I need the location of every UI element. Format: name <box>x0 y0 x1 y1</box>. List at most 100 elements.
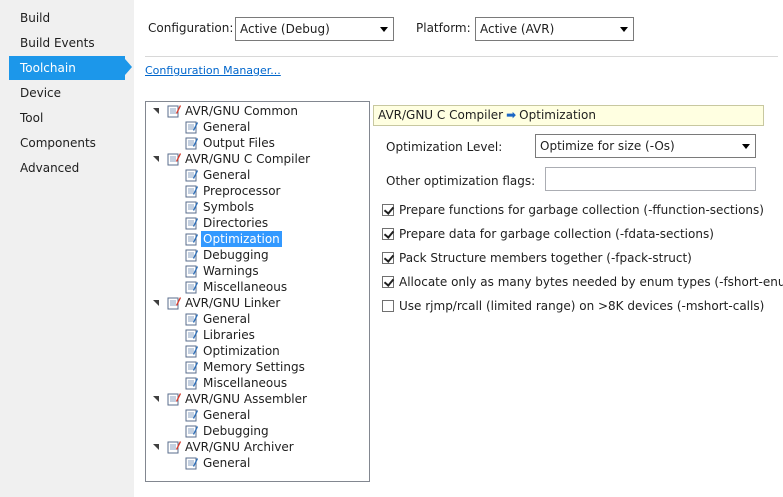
options-page-icon <box>185 424 199 438</box>
options-group-icon <box>167 104 181 118</box>
options-page-icon <box>185 200 199 214</box>
tree-item-label: Debugging <box>203 248 269 262</box>
tree-item-symbols[interactable]: Symbols <box>185 199 365 215</box>
tree-group-avr-gnu-assembler[interactable]: AVR/GNU Assembler <box>153 391 363 407</box>
tree-item-general[interactable]: General <box>185 455 365 471</box>
checkbox[interactable] <box>382 204 394 216</box>
options-page-icon <box>185 136 199 150</box>
platform-dropdown[interactable]: Active (AVR) <box>475 17 634 41</box>
expand-triangle-icon[interactable] <box>153 444 159 450</box>
checkbox-label: Prepare data for garbage collection (-fd… <box>399 227 714 241</box>
tree-group-avr-gnu-c-compiler[interactable]: AVR/GNU C Compiler <box>153 151 363 167</box>
tree-item-general[interactable]: General <box>185 311 365 327</box>
sidebar-item-build-events[interactable]: Build Events <box>9 31 125 55</box>
tree-item-label: Warnings <box>203 264 259 278</box>
options-page-icon <box>185 184 199 198</box>
options-page-icon <box>185 280 199 294</box>
checkbox-row[interactable]: Allocate only as many bytes needed by en… <box>382 274 783 290</box>
active-tab-pointer <box>125 59 132 75</box>
options-page-icon <box>185 248 199 262</box>
options-page-icon <box>185 456 199 470</box>
sidebar-item-components[interactable]: Components <box>9 131 125 155</box>
tree-group-label: AVR/GNU C Compiler <box>185 152 311 166</box>
tree-item-general[interactable]: General <box>185 167 365 183</box>
options-group-icon <box>167 440 181 454</box>
tree-item-output-files[interactable]: Output Files <box>185 135 365 151</box>
tree-item-label: General <box>203 456 251 470</box>
tree-item-label: Output Files <box>203 136 275 150</box>
tree-item-label: General <box>203 120 251 134</box>
options-page-icon <box>185 360 199 374</box>
tree-item-memory-settings[interactable]: Memory Settings <box>185 359 365 375</box>
configuration-manager-link[interactable]: Configuration Manager... <box>145 64 281 77</box>
tree-item-libraries[interactable]: Libraries <box>185 327 365 343</box>
sidebar-item-advanced[interactable]: Advanced <box>9 156 125 180</box>
options-page-icon <box>185 344 199 358</box>
configuration-dropdown[interactable]: Active (Debug) <box>235 17 394 41</box>
expand-triangle-icon[interactable] <box>153 108 159 114</box>
tree-item-label: Debugging <box>203 424 269 438</box>
options-page-icon <box>185 216 199 230</box>
chevron-down-icon <box>620 27 628 32</box>
options-group-icon <box>167 296 181 310</box>
tree-item-label: Optimization <box>201 231 282 247</box>
tree-item-miscellaneous[interactable]: Miscellaneous <box>185 375 365 391</box>
checkbox-label: Prepare functions for garbage collection… <box>399 203 764 217</box>
options-page-icon <box>185 232 199 246</box>
expand-triangle-icon[interactable] <box>153 300 159 306</box>
platform-value: Active (AVR) <box>480 22 555 36</box>
breadcrumb: AVR/GNU C Compiler ➡ Optimization <box>373 105 764 126</box>
sidebar-item-build[interactable]: Build <box>9 6 125 30</box>
tree-item-debugging[interactable]: Debugging <box>185 247 365 263</box>
options-page-icon <box>185 120 199 134</box>
checkbox[interactable] <box>382 300 394 312</box>
tree-item-label: Miscellaneous <box>203 280 288 294</box>
tree-item-label: Memory Settings <box>203 360 305 374</box>
chevron-down-icon <box>380 27 388 32</box>
checkbox-row[interactable]: Prepare data for garbage collection (-fd… <box>382 226 772 242</box>
sidebar-item-device[interactable]: Device <box>9 81 125 105</box>
tree-item-optimization[interactable]: Optimization <box>185 231 365 247</box>
tree-item-warnings[interactable]: Warnings <box>185 263 365 279</box>
options-page-icon <box>185 312 199 326</box>
checkbox-row[interactable]: Prepare functions for garbage collection… <box>382 202 772 218</box>
tree-item-miscellaneous[interactable]: Miscellaneous <box>185 279 365 295</box>
sidebar-item-toolchain[interactable]: Toolchain <box>9 56 125 80</box>
checkbox[interactable] <box>382 228 394 240</box>
options-group-icon <box>167 152 181 166</box>
sidebar: Build Build Events Toolchain Device Tool… <box>0 0 134 497</box>
checkbox-row[interactable]: Use rjmp/rcall (limited range) on >8K de… <box>382 298 772 314</box>
other-flags-input[interactable] <box>545 167 756 191</box>
tree-group-avr-gnu-common[interactable]: AVR/GNU Common <box>153 103 363 119</box>
tree-item-optimization[interactable]: Optimization <box>185 343 365 359</box>
tree-group-avr-gnu-linker[interactable]: AVR/GNU Linker <box>153 295 363 311</box>
options-page-icon <box>185 408 199 422</box>
sidebar-item-tool[interactable]: Tool <box>9 106 125 130</box>
optimization-level-dropdown[interactable]: Optimize for size (-Os) <box>535 134 756 158</box>
platform-label: Platform: <box>416 21 471 35</box>
options-page-icon <box>185 168 199 182</box>
tree-item-label: General <box>203 168 251 182</box>
tree-group-avr-gnu-archiver[interactable]: AVR/GNU Archiver <box>153 439 363 455</box>
tree-item-label: Symbols <box>203 200 254 214</box>
tree-item-label: Optimization <box>203 344 280 358</box>
options-page-icon <box>185 264 199 278</box>
tree-item-general[interactable]: General <box>185 407 365 423</box>
expand-triangle-icon[interactable] <box>153 156 159 162</box>
checkbox-label: Use rjmp/rcall (limited range) on >8K de… <box>399 299 765 313</box>
checkbox-row[interactable]: Pack Structure members together (-fpack-… <box>382 250 772 266</box>
other-flags-label: Other optimization flags: <box>386 174 536 188</box>
checkbox[interactable] <box>382 276 394 288</box>
tree-item-preprocessor[interactable]: Preprocessor <box>185 183 365 199</box>
optimization-level-value: Optimize for size (-Os) <box>540 139 675 153</box>
tree-item-general[interactable]: General <box>185 119 365 135</box>
tree-item-directories[interactable]: Directories <box>185 215 365 231</box>
checkbox[interactable] <box>382 252 394 264</box>
tree-item-label: Libraries <box>203 328 255 342</box>
tree-group-label: AVR/GNU Linker <box>185 296 281 310</box>
tree-item-debugging[interactable]: Debugging <box>185 423 365 439</box>
options-group-icon <box>167 392 181 406</box>
breadcrumb-child: Optimization <box>519 108 596 122</box>
expand-triangle-icon[interactable] <box>153 396 159 402</box>
breadcrumb-parent: AVR/GNU C Compiler <box>378 108 504 122</box>
